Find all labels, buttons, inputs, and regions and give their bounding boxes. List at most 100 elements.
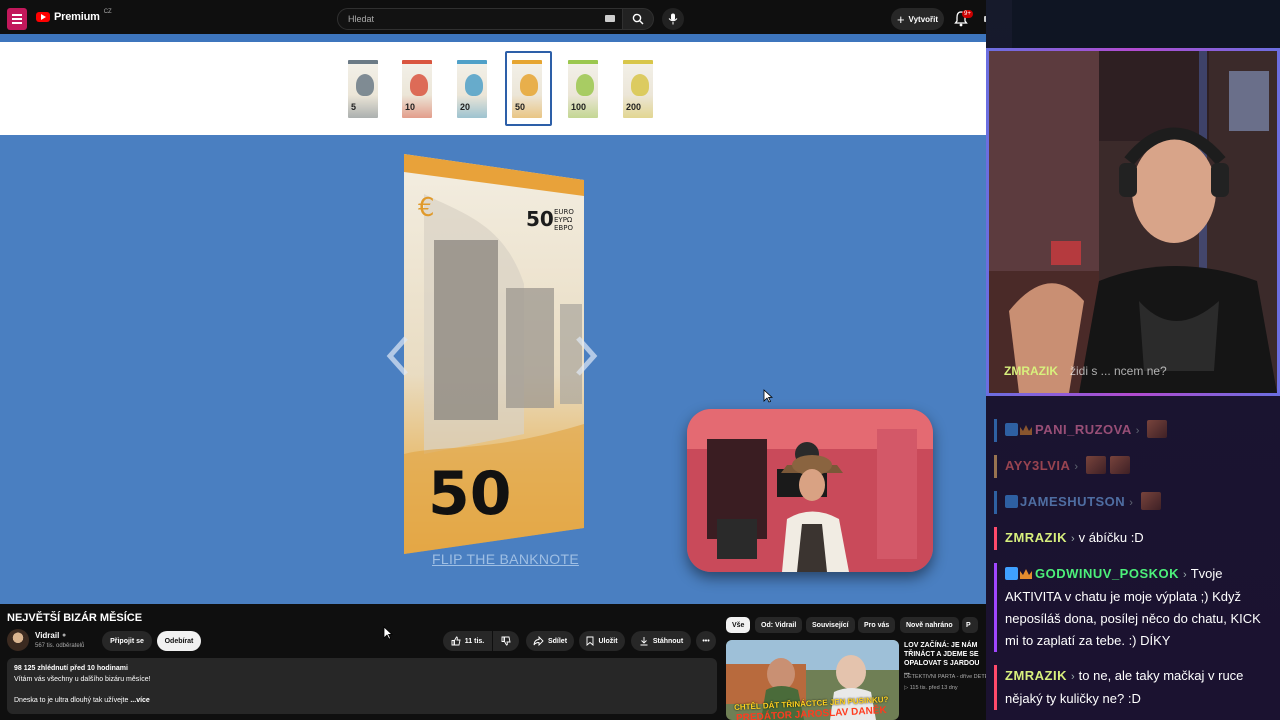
verified-icon: ● bbox=[62, 632, 67, 639]
banknote-currency-2: EYPΩ bbox=[554, 216, 573, 224]
screen: Premium CZ Hledat + Vytvořit 9+ 5 10 20 50 1… bbox=[0, 0, 1280, 720]
chat-username[interactable]: ZMRAZIK bbox=[1005, 668, 1067, 683]
banknote-thumbnail-value: 10 bbox=[405, 102, 416, 112]
chat-message: GODWINUV_POSKOK › Tvoje AKTIVITA v chatu j… bbox=[994, 563, 1278, 652]
banknote-thumbnail[interactable]: 200 bbox=[623, 60, 653, 118]
chat-message: ZMRAZIK › v ábíčku :D bbox=[994, 527, 1278, 550]
chevron-right-icon: › bbox=[1129, 497, 1133, 509]
chevron-right-icon: › bbox=[1071, 671, 1075, 683]
stream-overlay: ZMRAZIK židi s ... ncem ne? PANI_RUZOVA ›… bbox=[986, 0, 1280, 720]
video-top-strip bbox=[0, 34, 986, 42]
emote-icon bbox=[1086, 456, 1107, 474]
chat-username[interactable]: PANI_RUZOVA bbox=[1035, 422, 1132, 437]
chip-from-channel[interactable]: Od: Vidrail bbox=[755, 617, 803, 633]
video-player[interactable]: 5 10 20 50 100 200 € 50 EURO EYPΩ EBPO 5… bbox=[0, 34, 986, 604]
banknote-selector: 5 10 20 50 100 200 bbox=[0, 42, 986, 135]
subscriber-badge-icon bbox=[1005, 423, 1018, 436]
subscribe-button[interactable]: Odebírat bbox=[157, 631, 201, 651]
bird-icon bbox=[465, 74, 483, 96]
save-button[interactable]: Uložit bbox=[579, 631, 625, 651]
search-input[interactable]: Hledat bbox=[337, 8, 623, 30]
description-gap bbox=[14, 685, 710, 696]
share-button[interactable]: Sdílet bbox=[526, 631, 574, 651]
top-bar: Premium CZ Hledat + Vytvořit 9+ bbox=[0, 0, 1012, 38]
chat-message: JAMESHUTSON › bbox=[994, 491, 1278, 514]
create-button[interactable]: + Vytvořit bbox=[891, 8, 944, 30]
banknote-currency-1: EURO bbox=[554, 208, 574, 216]
banknote-thumbnail-value: 200 bbox=[626, 102, 642, 112]
voice-search-button[interactable] bbox=[662, 8, 684, 30]
streamer-webcam bbox=[989, 51, 1277, 393]
download-button[interactable]: Stáhnout bbox=[631, 631, 691, 651]
next-arrow-icon[interactable] bbox=[576, 336, 598, 376]
chip-all[interactable]: Vše bbox=[726, 617, 751, 633]
crown-badge-icon bbox=[1020, 425, 1032, 435]
webcam-chat-ghost-name: ZMRAZIK bbox=[1004, 364, 1058, 378]
share-label: Sdílet bbox=[547, 637, 568, 645]
save-label: Uložit bbox=[598, 637, 618, 645]
download-label: Stáhnout bbox=[652, 637, 684, 645]
more-dots-icon: ••• bbox=[702, 637, 710, 645]
chip-related[interactable]: Související bbox=[806, 617, 855, 633]
recommended-video-views: 115 tis. před 13 dny bbox=[909, 685, 958, 691]
dislike-button[interactable] bbox=[493, 631, 519, 651]
banknote-thumbnail-stripe bbox=[402, 60, 432, 64]
banknote-currency-3: EBPO bbox=[554, 224, 573, 232]
chat-text: v ábíčku :D bbox=[1078, 530, 1144, 545]
notification-count-badge: 9+ bbox=[962, 10, 973, 18]
youtube-play-icon bbox=[36, 12, 50, 22]
chat-username[interactable]: GODWINUV_POSKOK bbox=[1035, 566, 1179, 581]
youtube-logo[interactable]: Premium CZ bbox=[36, 9, 112, 23]
channel-avatar[interactable] bbox=[7, 629, 29, 651]
prev-arrow-icon[interactable] bbox=[386, 336, 408, 376]
description-more-link[interactable]: ...více bbox=[130, 697, 149, 704]
flip-banknote-link[interactable]: FLIP THE BANKNOTE bbox=[432, 551, 579, 567]
euro-banknote[interactable]: € 50 EURO EYPΩ EBPO 50 bbox=[404, 154, 584, 554]
recommended-video-title[interactable]: LOV ZAČÍNÁ: JE NÁM TŘINÁCT A JDEME SE OP… bbox=[904, 641, 986, 677]
thumbs-up-icon bbox=[451, 636, 461, 646]
subscriber-count: 567 tis. odběratelů bbox=[35, 643, 85, 649]
chat-message: ZMRAZIK › to ne, ale taky mačkaj v ruce ně… bbox=[994, 665, 1278, 710]
banknote-thumbnail-stripe bbox=[568, 60, 598, 64]
channel-name[interactable]: Vidrail bbox=[35, 631, 59, 640]
emote-icon bbox=[1147, 420, 1168, 438]
banknote-thumbnail[interactable]: 10 bbox=[402, 60, 432, 118]
menu-button[interactable] bbox=[7, 8, 27, 30]
chip-for-you[interactable]: Pro vás bbox=[858, 617, 896, 633]
chat-username[interactable]: JAMESHUTSON bbox=[1020, 494, 1125, 509]
banknote-thumbnail[interactable]: 100 bbox=[568, 60, 598, 118]
subscriber-badge-icon bbox=[1005, 567, 1018, 580]
banknote-tower-right bbox=[506, 288, 554, 408]
chat-panel: PANI_RUZOVA › AYY3LVIA › JAMESHUTSON › ZMRA… bbox=[986, 396, 1280, 720]
keyboard-icon[interactable] bbox=[605, 15, 615, 22]
chat-message: PANI_RUZOVA › bbox=[994, 419, 1278, 442]
chevron-right-icon: › bbox=[1071, 533, 1075, 545]
search-button[interactable] bbox=[622, 8, 654, 30]
chat-username[interactable]: ZMRAZIK bbox=[1005, 530, 1067, 545]
banknote-thumbnail[interactable]: 20 bbox=[457, 60, 487, 118]
more-actions-button[interactable]: ••• bbox=[696, 631, 716, 651]
banknote-thumbnail[interactable]: 5 bbox=[348, 60, 378, 118]
emote-icon bbox=[1110, 456, 1131, 474]
download-icon bbox=[640, 637, 648, 646]
plus-icon: + bbox=[896, 11, 905, 27]
bird-icon bbox=[576, 74, 594, 96]
chip-recently-uploaded[interactable]: Nově nahráno bbox=[900, 617, 959, 633]
banknote-thumbnail-value: 5 bbox=[351, 102, 357, 112]
recommended-video-channel[interactable]: DETEKTIVNÍ PARTA - dříve DETEK bbox=[904, 674, 986, 680]
crown-badge-icon bbox=[1020, 569, 1032, 579]
join-button[interactable]: Připojit se bbox=[102, 631, 152, 651]
euro-symbol-icon: € bbox=[418, 193, 435, 223]
microphone-icon bbox=[668, 13, 678, 25]
description-line-2: Dneska to je ultra dlouhý tak užívejte bbox=[14, 696, 129, 704]
description-box[interactable]: 98 125 zhlédnutí před 10 hodinami Vítám … bbox=[7, 658, 717, 714]
banknote-thumbnail-stripe bbox=[623, 60, 653, 64]
host-webcam-overlay bbox=[687, 409, 933, 572]
description-stats: 98 125 zhlédnutí před 10 hodinami bbox=[14, 665, 128, 672]
banknote-thumbnail-stripe bbox=[457, 60, 487, 64]
bookmark-icon bbox=[587, 636, 594, 646]
like-button[interactable]: 11 tis. bbox=[443, 631, 492, 651]
chip-overflow[interactable]: P bbox=[962, 617, 978, 633]
chat-username[interactable]: AYY3LVIA bbox=[1005, 458, 1070, 473]
mouse-cursor-icon bbox=[763, 389, 773, 403]
